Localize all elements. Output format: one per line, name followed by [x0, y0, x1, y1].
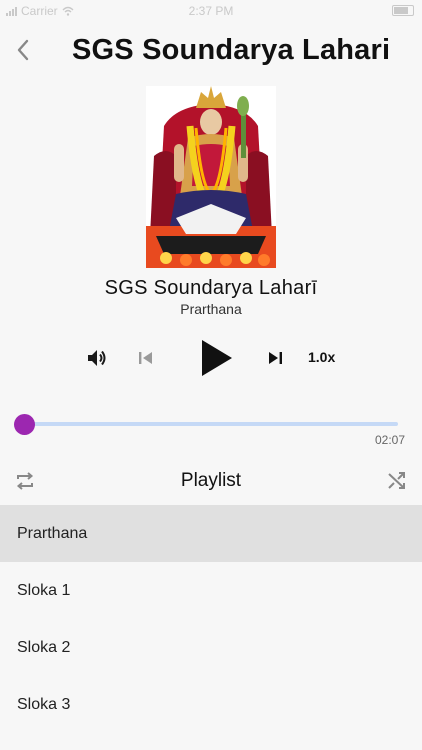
- previous-button[interactable]: [136, 348, 156, 368]
- header: SGS Soundarya Lahari: [0, 28, 422, 74]
- status-time: 2:37 PM: [188, 4, 234, 18]
- album-art: [146, 86, 276, 268]
- page-title: SGS Soundarya Lahari: [72, 34, 391, 66]
- next-button[interactable]: [265, 348, 285, 368]
- deity-image: [146, 86, 276, 268]
- playlist-item[interactable]: Prarthana: [0, 505, 422, 562]
- playlist-header: Playlist: [0, 462, 422, 502]
- playlist-title: Playlist: [180, 470, 242, 491]
- playback-speed-button[interactable]: 1.0x: [308, 349, 335, 365]
- back-button[interactable]: [10, 36, 38, 64]
- playlist-item[interactable]: Sloka 2: [0, 619, 422, 676]
- play-button[interactable]: [196, 337, 236, 379]
- chevron-left-icon: [17, 39, 29, 61]
- volume-icon: [88, 350, 106, 366]
- progress-track[interactable]: [24, 422, 398, 426]
- playlist-item[interactable]: Sloka 3: [0, 676, 422, 733]
- track-subtitle: Prarthana: [180, 301, 242, 317]
- progress-thumb[interactable]: [14, 414, 35, 435]
- playlist: Prarthana Sloka 1 Sloka 2 Sloka 3: [0, 505, 422, 733]
- volume-button[interactable]: [85, 346, 109, 370]
- shuffle-icon: [388, 472, 405, 489]
- duration-label: 02:07: [374, 433, 405, 447]
- skip-next-icon: [269, 352, 282, 364]
- status-bar: Carrier 2:37 PM: [0, 0, 422, 22]
- play-icon: [202, 340, 232, 376]
- shuffle-button[interactable]: [386, 470, 408, 492]
- skip-previous-icon: [139, 352, 152, 364]
- battery-icon: [392, 5, 414, 16]
- playlist-item[interactable]: Sloka 1: [0, 562, 422, 619]
- track-title: SGS Soundarya Laharī: [104, 277, 318, 299]
